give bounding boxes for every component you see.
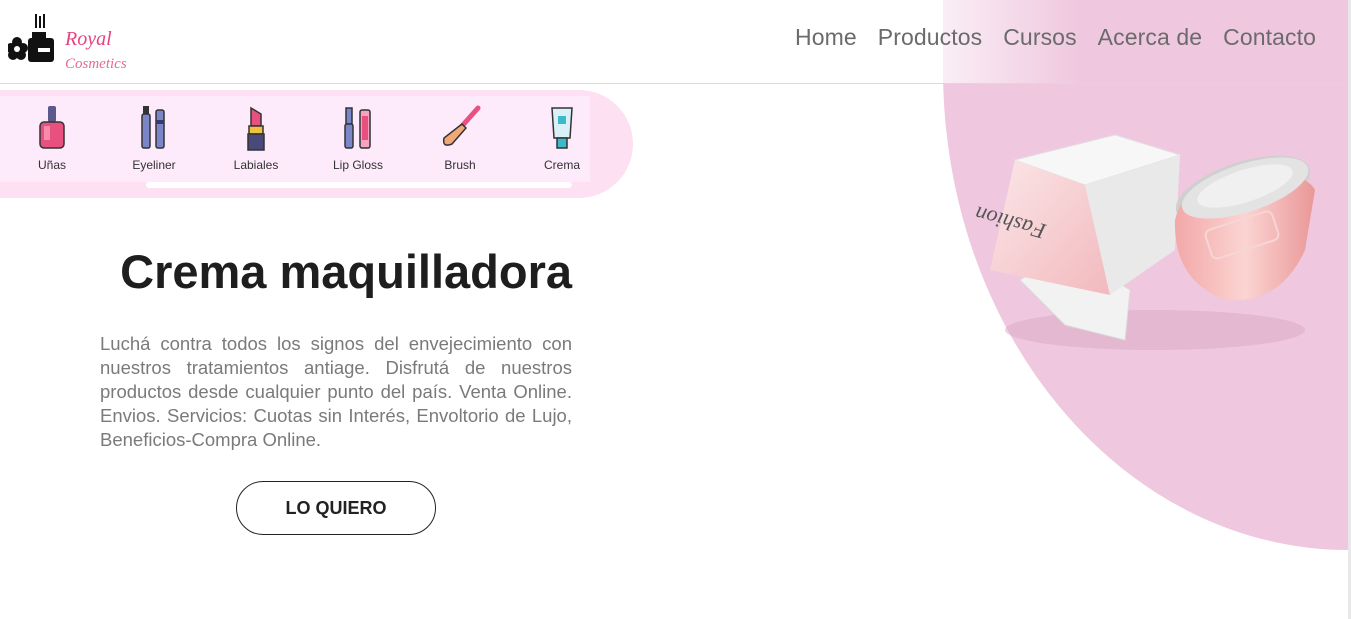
category-label: Labiales [233,158,279,172]
main-nav: Home Productos Cursos Acerca de Contacto [795,24,1316,51]
category-label: Brush [444,158,476,172]
cream-tube-icon [551,107,573,149]
perfume-flower-logo-icon [8,14,54,62]
lip-gloss-icon [344,107,371,149]
category-labiales[interactable]: Labiales [216,100,296,180]
category-scrollbar[interactable] [146,182,572,188]
category-lip-gloss[interactable]: Lip Gloss [318,100,398,180]
nav-cursos[interactable]: Cursos [1003,24,1076,51]
site-header: Royal Cosmetics Home Productos Cursos Ac… [0,0,1348,84]
lipstick-icon [247,106,265,151]
eyeliner-icon [141,106,165,149]
category-eyeliner[interactable]: Eyeliner [114,100,194,180]
category-label: Crema [543,158,580,172]
cream-product-image: Fashion [975,134,1315,350]
nav-home[interactable]: Home [795,24,857,51]
category-label: Eyeliner [132,158,176,172]
category-label: Uñas [37,158,66,172]
category-crema[interactable]: Crema [522,100,602,180]
category-label: Lip Gloss [332,158,384,172]
nav-acerca-de[interactable]: Acerca de [1098,24,1202,51]
hero-title: Crema maquilladora [120,245,572,298]
hero-description: Luchá contra todos los signos del enveje… [100,333,572,450]
brand-name-line2: Cosmetics [65,56,127,72]
brush-icon [442,105,481,146]
nail-polish-icon [39,106,65,149]
category-unas[interactable]: Uñas [12,100,92,180]
brand-logo[interactable]: Royal Cosmetics [8,14,138,72]
category-brush[interactable]: Brush [420,100,500,180]
nav-contacto[interactable]: Contacto [1223,24,1316,51]
lo-quiero-button[interactable]: LO QUIERO [236,481,436,535]
nav-productos[interactable]: Productos [878,24,982,51]
brand-name-line1: Royal [65,28,112,50]
page: Royal Cosmetics Home Productos Cursos Ac… [0,0,1351,619]
